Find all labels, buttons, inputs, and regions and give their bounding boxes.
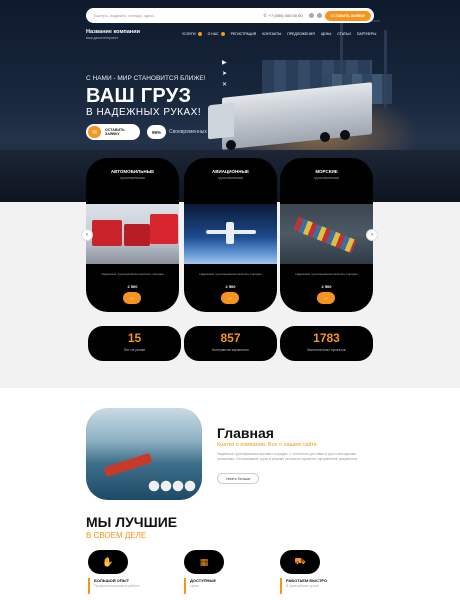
- service-price: 2 500: [127, 284, 138, 289]
- hero-truck-wheel: [320, 132, 330, 142]
- about-title: Главная: [217, 425, 274, 441]
- service-card-air[interactable]: АВИАЦИОННЫЕ грузоперевозки Надёжные груз…: [184, 158, 277, 312]
- delivery-percent-note: Своевременных доставок: [169, 129, 229, 135]
- stat-number: 1783: [313, 331, 340, 345]
- slider-prev-button[interactable]: ‹: [81, 229, 93, 241]
- service-subtitle: грузоперевозки: [314, 176, 339, 180]
- stat-number: 857: [220, 331, 241, 345]
- learn-more-button[interactable]: Узнать больше: [217, 473, 259, 484]
- cargo-ship-image: [280, 204, 373, 264]
- envelope-icon: ✉: [88, 126, 101, 138]
- hero-subtitle: В НАДЕЖНЫХ РУКАХ!: [86, 107, 202, 118]
- stat-projects: 1783 Выполненных проектов: [280, 326, 373, 361]
- nav-item[interactable]: КОНТАКТЫ: [262, 32, 281, 36]
- service-title: АВТОМОБИЛЬНЫЕ: [110, 169, 155, 174]
- nav-item[interactable]: ПАРТНЕРЫ: [357, 32, 376, 36]
- red-truck: [124, 224, 150, 246]
- hero-title: ВАШ ГРУЗ: [86, 85, 192, 107]
- feature-title: РАБОТАЕМ БЫСТРО: [286, 578, 328, 583]
- service-desc: Надёжные грузоперевозки высшего порядка: [295, 272, 358, 276]
- stat-label: Контрактов заключено: [212, 348, 249, 352]
- feature-subtitle: Цены: [190, 584, 199, 588]
- nav-item[interactable]: ПРЕДЛОЖЕНИЯ: [287, 32, 315, 36]
- service-card-sea[interactable]: МОРСКИЕ грузоперевозки Надёжные грузопер…: [280, 158, 373, 312]
- slider-next-button[interactable]: ›: [366, 229, 378, 241]
- vk-icon[interactable]: ✕: [222, 82, 227, 88]
- service-price: 2 500: [225, 284, 236, 289]
- hero-truck-wheel: [226, 140, 236, 150]
- service-subtitle: грузоперевозки: [218, 176, 243, 180]
- feature-title: ДОСТУПНЫЕ: [190, 578, 217, 583]
- service-card-auto[interactable]: АВТОМОБИЛЬНЫЕ грузоперевозки Надёжные гр…: [86, 158, 179, 312]
- hero-kicker: С НАМИ - МИР СТАНОВИТСЯ БЛИЖЕ!: [86, 75, 206, 82]
- about-text: Надёжные грузоперевозки высшего порядка.…: [217, 452, 359, 461]
- red-truck: [150, 214, 178, 244]
- nav-dot-icon: [197, 32, 202, 37]
- company-name: Название компании: [86, 29, 140, 35]
- best-title: МЫ ЛУЧШИЕ: [86, 514, 178, 530]
- airplane-image: [184, 204, 277, 264]
- nav-dot-icon: [220, 32, 225, 37]
- best-subtitle: В СВОЕМ ДЕЛЕ: [86, 531, 147, 540]
- youtube-icon[interactable]: ▶: [222, 60, 227, 66]
- feature-fast: ⛟ РАБОТАЕМ БЫСТРО В кратчайшие сроки: [280, 550, 327, 594]
- nav-item[interactable]: ЦЕНЫ: [321, 32, 332, 36]
- top-search-bar: Быстро, надежно, отсюда, здесь ✆ +7 (000…: [86, 8, 374, 23]
- hero-truck-wheel: [340, 130, 350, 140]
- calculator-icon: ▦: [184, 550, 224, 574]
- cargo-ship: [293, 216, 357, 254]
- stat-label: Лет на рынке: [123, 348, 146, 352]
- about-subtitle: Кратко о компании. Все о нашем сайте: [217, 442, 317, 448]
- brand[interactable]: Название компании ваш десктоп/проект: [86, 29, 140, 40]
- service-price: 2 500: [321, 284, 332, 289]
- service-title: МОРСКИЕ: [315, 169, 338, 174]
- telegram-icon[interactable]: ➤: [222, 71, 227, 77]
- feature-accent-bar: [280, 578, 282, 594]
- storage-tanks: [148, 478, 196, 494]
- arrow-right-icon[interactable]: →: [221, 292, 239, 304]
- feature-experience: ✋ БОЛЬШОЙ ОПЫТ Профессионализм в работе: [88, 550, 140, 594]
- airplane-wing: [226, 222, 234, 244]
- delivery-percent-badge: 99%: [147, 125, 166, 139]
- arrow-right-icon[interactable]: →: [317, 292, 335, 304]
- nav-item[interactable]: О НАС: [208, 32, 225, 37]
- feature-subtitle: В кратчайшие сроки: [286, 584, 319, 588]
- feature-accent-bar: [184, 578, 186, 594]
- trucks-image: [86, 204, 179, 264]
- nav-item[interactable]: УСЛУГИ: [182, 32, 202, 37]
- nav-item[interactable]: СТАТЬИ: [337, 32, 350, 36]
- hero-social-links: ▶ ➤ ✕: [222, 60, 227, 88]
- header-cta-button[interactable]: ОСТАВИТЬ ЗАЯВКУ: [324, 10, 371, 21]
- stat-number: 15: [127, 331, 142, 345]
- service-subtitle: грузоперевозки: [120, 176, 145, 180]
- tanker-ship: [103, 452, 153, 478]
- apply-button-label: ОСТАВИТЬ ЗАЯВКУ: [105, 128, 125, 136]
- handshake-icon: ✋: [88, 550, 128, 574]
- nav-item[interactable]: РЕГИСТРАЦИЯ: [231, 32, 257, 36]
- stat-contracts: 857 Контрактов заключено: [184, 326, 277, 361]
- phone-number[interactable]: +7 (000) 000 00 00: [269, 13, 303, 18]
- whatsapp-icon[interactable]: [308, 13, 314, 18]
- main-nav: УСЛУГИ О НАС РЕГИСТРАЦИЯ КОНТАКТЫ ПРЕДЛО…: [182, 32, 376, 37]
- feature-prices: ▦ ДОСТУПНЫЕ Цены: [184, 550, 224, 594]
- phone-icon: ✆: [263, 13, 267, 18]
- search-input[interactable]: Быстро, надежно, отсюда, здесь: [94, 13, 263, 18]
- stat-years: 15 Лет на рынке: [88, 326, 181, 361]
- red-truck: [92, 220, 122, 246]
- service-title: АВИАЦИОННЫЕ: [212, 169, 249, 174]
- port-image: [86, 408, 202, 500]
- feature-subtitle: Профессионализм в работе: [94, 584, 140, 588]
- company-tagline: ваш десктоп/проект: [86, 36, 119, 40]
- service-desc: Надёжные грузоперевозки высшего порядка: [199, 272, 262, 276]
- stat-label: Выполненных проектов: [307, 348, 346, 352]
- telegram-icon[interactable]: [316, 13, 322, 18]
- apply-button[interactable]: ✉ ОСТАВИТЬ ЗАЯВКУ: [86, 124, 140, 140]
- truck-icon: ⛟: [280, 550, 320, 574]
- feature-accent-bar: [88, 578, 90, 594]
- service-desc: Надёжные грузоперевозки высшего порядка: [101, 272, 164, 276]
- arrow-right-icon[interactable]: →: [123, 292, 141, 304]
- feature-title: БОЛЬШОЙ ОПЫТ: [94, 578, 130, 583]
